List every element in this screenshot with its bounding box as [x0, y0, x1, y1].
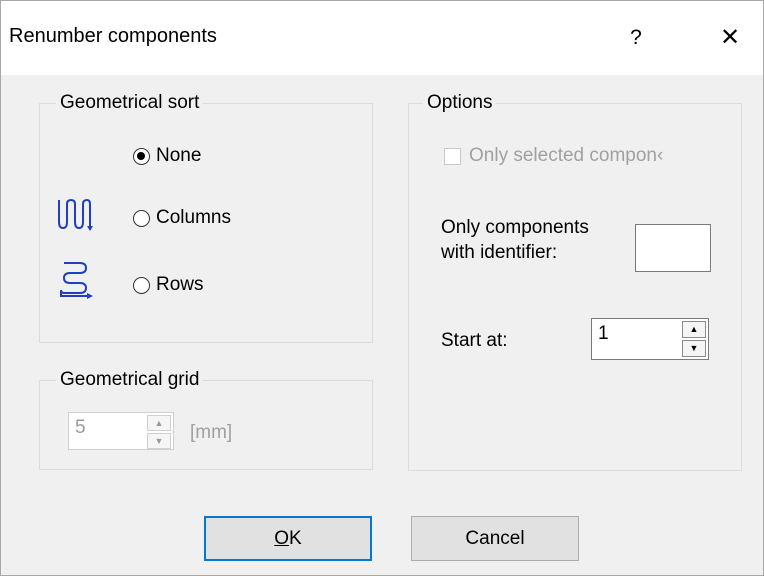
ok-accelerator: O — [274, 528, 290, 549]
radio-rows-indicator[interactable] — [133, 276, 150, 294]
title-bar: Renumber components ? ✕ — [1, 1, 763, 75]
geometrical-sort-group: Geometrical sort None Columns Rows — [39, 92, 373, 343]
options-group: Options Only selected compon‹ Only compo… — [408, 92, 742, 471]
grid-decrement-button[interactable]: ▼ — [147, 433, 171, 449]
radio-none-indicator[interactable] — [133, 147, 150, 165]
radio-none[interactable]: None — [133, 145, 201, 167]
start-at-value[interactable]: 1 — [598, 323, 609, 345]
start-at-increment-button[interactable]: ▲ — [682, 321, 706, 338]
identifier-input[interactable] — [635, 224, 711, 272]
radio-rows-label: Rows — [156, 274, 204, 295]
dialog-title: Renumber components — [9, 25, 217, 47]
geometrical-grid-group: Geometrical grid 5 ▲ ▼ [mm] — [39, 369, 373, 470]
start-at-spinner[interactable]: 1 ▲ ▼ — [591, 318, 709, 360]
identifier-label-line2: with identifier: — [441, 242, 558, 263]
grid-increment-button[interactable]: ▲ — [147, 415, 171, 431]
radio-columns-indicator[interactable] — [133, 209, 150, 227]
only-selected-label: Only selected compon‹ — [469, 145, 664, 166]
cancel-button[interactable]: Cancel — [411, 516, 579, 561]
only-selected-checkbox-box[interactable] — [444, 147, 461, 165]
help-button[interactable]: ? — [621, 21, 651, 55]
geometrical-grid-legend: Geometrical grid — [56, 369, 204, 391]
radio-rows[interactable]: Rows — [133, 274, 204, 296]
ok-button[interactable]: OK — [204, 516, 372, 561]
radio-columns[interactable]: Columns — [133, 207, 231, 229]
start-at-decrement-button[interactable]: ▼ — [682, 340, 706, 357]
ok-label: K — [289, 528, 302, 549]
close-button[interactable]: ✕ — [713, 21, 747, 55]
start-at-label: Start at: — [441, 330, 508, 351]
radio-none-label: None — [156, 145, 202, 166]
radio-columns-label: Columns — [156, 207, 231, 228]
grid-value[interactable]: 5 — [75, 417, 86, 439]
columns-sort-icon — [58, 198, 93, 231]
options-legend: Options — [423, 92, 497, 114]
geometrical-sort-legend: Geometrical sort — [56, 92, 204, 114]
grid-spinner[interactable]: 5 ▲ ▼ — [68, 412, 174, 450]
identifier-label-line1: Only components — [441, 217, 589, 238]
grid-unit: [mm] — [190, 422, 233, 443]
renumber-components-dialog: Renumber components ? ✕ Geometrical sort… — [0, 0, 764, 576]
only-selected-checkbox[interactable]: Only selected compon‹ — [444, 145, 663, 167]
rows-sort-icon — [60, 262, 93, 299]
